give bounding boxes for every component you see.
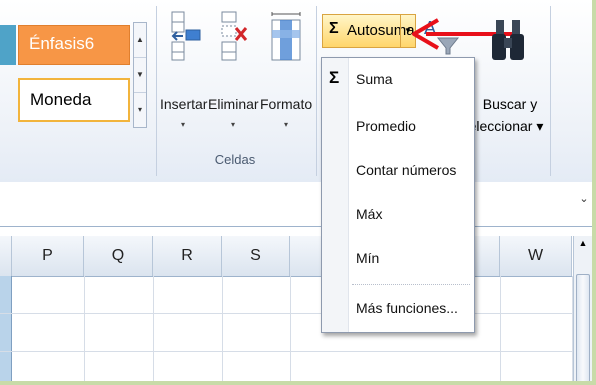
grid-line [0,313,572,314]
menu-separator [352,284,470,285]
insert-button[interactable]: Insertar ▾ [160,8,208,138]
chevron-down-icon: ▾ [180,120,185,129]
style-moneda[interactable]: Moneda [18,78,130,122]
ribbon-separator [316,6,317,176]
find-label-line2: eleccionar ▾ [468,118,544,134]
menu-item-min[interactable]: Mín [356,250,379,266]
style-enfasis6[interactable]: Énfasis6 [18,25,130,65]
delete-label: Eliminar [208,96,259,112]
menu-item-max[interactable]: Máx [356,206,382,222]
format-button[interactable]: Formato ▾ [260,8,312,138]
scroll-up-icon[interactable]: ▲ [576,238,590,252]
delete-cells-icon [221,11,248,61]
worksheet-grid[interactable]: P Q R S W ▲ [0,236,592,381]
ribbon: Énfasis6 Moneda ▲ ▼ ▾ Insertar ▾ Elimina… [0,0,592,183]
formula-bar[interactable]: ⌄ [0,182,592,227]
binoculars-icon [492,20,524,60]
find-label-line1: Buscar y [482,96,538,112]
insert-label: Insertar [160,96,208,112]
scroll-up-icon[interactable]: ▲ [134,23,146,58]
grid-line [84,276,85,381]
styles-gallery-scroll[interactable]: ▲ ▼ ▾ [133,22,147,128]
sigma-icon: Σ [329,20,339,37]
chevron-down-icon: ▾ [283,120,288,129]
insert-cells-icon [171,11,201,61]
column-header-s[interactable]: S [222,236,290,276]
formula-expand-icon[interactable]: ⌄ [578,192,590,214]
scroll-down-icon[interactable]: ▼ [134,58,146,93]
ribbon-separator [550,6,551,176]
ribbon-separator [156,6,157,176]
menu-item-suma[interactable]: Suma [356,71,393,87]
grid-line [153,276,154,381]
grid-line [500,276,501,381]
gallery-more-icon[interactable]: ▾ [134,93,146,127]
find-select-button[interactable]: Buscar y eleccionar ▾ [469,8,550,153]
menu-item-promedio[interactable]: Promedio [356,118,416,134]
format-label: Formato [260,96,313,112]
row-header-corner[interactable] [0,236,12,276]
grid-line [0,351,572,352]
autosum-button[interactable]: Σ Autosuma ▼ [322,14,416,48]
chevron-down-icon: ▾ [230,120,235,129]
grid-line [290,276,291,381]
cells-group-label: Celdas [214,152,256,167]
column-header-bar: P Q R S W [0,236,572,277]
scrollbar-thumb[interactable] [576,274,590,381]
menu-icon-gutter [322,58,349,332]
column-header-r[interactable]: R [153,236,222,276]
menu-item-contar-numeros[interactable]: Contar números [356,162,456,178]
excel-window: Énfasis6 Moneda ▲ ▼ ▾ Insertar ▾ Elimina… [0,0,592,381]
column-header-q[interactable]: Q [84,236,153,276]
style-swatch-accent[interactable] [0,25,16,65]
vertical-scrollbar[interactable]: ▲ [573,236,592,381]
format-cells-icon [271,12,301,61]
grid-line [222,276,223,381]
delete-button[interactable]: Eliminar ▾ [208,8,259,138]
menu-item-mas-funciones[interactable]: Más funciones... [356,300,458,316]
sigma-icon: Σ [329,68,340,87]
column-header-p[interactable]: P [12,236,84,276]
autosum-dropdown-menu: Σ Suma Promedio Contar números Máx Mín M… [321,57,475,333]
row-header-strip[interactable] [0,276,12,381]
column-header-w[interactable]: W [500,236,572,276]
